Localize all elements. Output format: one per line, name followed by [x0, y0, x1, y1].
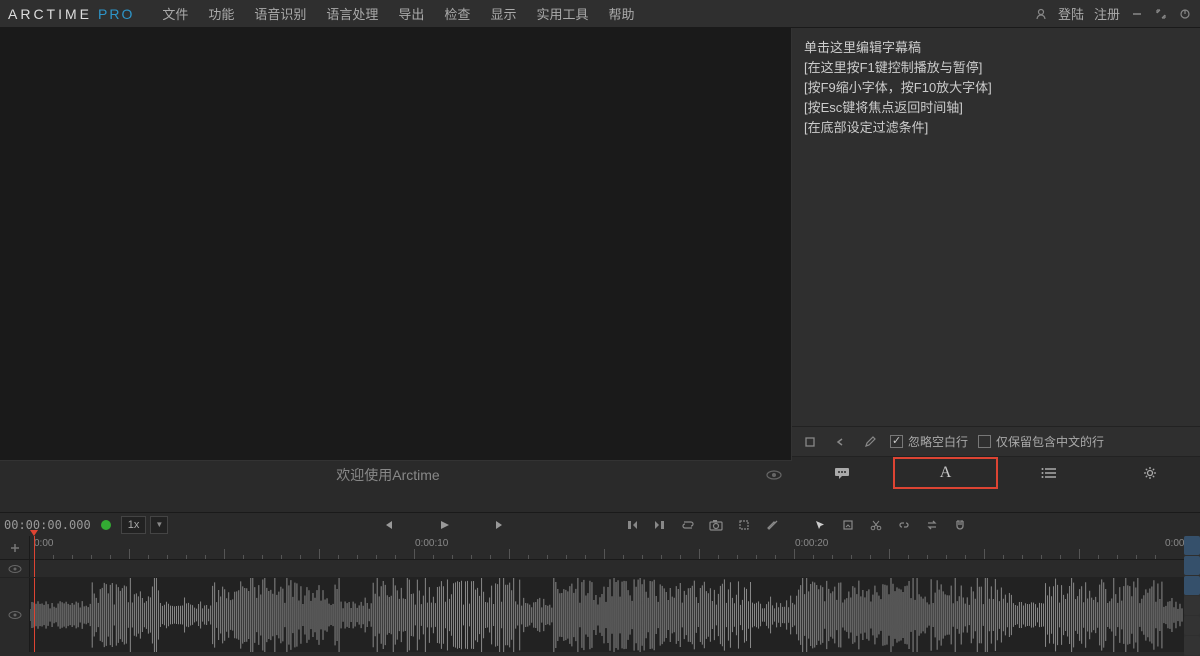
- prev-button[interactable]: [376, 514, 400, 536]
- menu-speech[interactable]: 语音识别: [244, 0, 316, 27]
- playhead-line: [34, 536, 35, 577]
- undo-icon[interactable]: [830, 432, 850, 452]
- video-preview[interactable]: [0, 28, 792, 488]
- menubar: ARCTIME PRO 文件 功能 语音识别 语言处理 导出 检查 显示 实用工…: [0, 0, 1200, 28]
- subtitle-line: [在这里按F1键控制播放与暂停]: [804, 58, 1188, 78]
- cut-tool-icon[interactable]: [864, 514, 888, 536]
- menu-display[interactable]: 显示: [480, 0, 526, 27]
- sidebar-btn-4: [1184, 596, 1200, 615]
- playback-toolbar: 00:00:00.000 1x ▼: [0, 512, 1200, 536]
- keep-chinese-checkbox[interactable]: 仅保留包含中文的行: [978, 433, 1104, 450]
- ruler-track[interactable]: 0:000:00:100:00:200:00:: [30, 536, 1184, 559]
- magnet-tool-icon[interactable]: [948, 514, 972, 536]
- main-area: 单击这里编辑字幕稿 [在这里按F1键控制播放与暂停] [按F9缩小字体，按F10…: [0, 28, 1200, 488]
- subtitle-track: [0, 560, 1184, 578]
- tab-text[interactable]: A: [893, 457, 998, 489]
- timeline-sidebar: [1184, 536, 1200, 656]
- visibility-icon[interactable]: [766, 469, 782, 481]
- ignore-blank-checkbox[interactable]: 忽略空白行: [890, 433, 968, 450]
- logo-brand: ARCTIME: [8, 6, 92, 22]
- tab-comment[interactable]: [792, 457, 893, 489]
- sidebar-btn-6[interactable]: [1184, 636, 1200, 655]
- mark-in-icon[interactable]: [620, 514, 644, 536]
- subtitle-line: [在底部设定过滤条件]: [804, 118, 1188, 138]
- track-visibility-icon[interactable]: [0, 560, 30, 577]
- video-footer: 欢迎使用Arctime: [0, 460, 792, 488]
- menu-help[interactable]: 帮助: [598, 0, 644, 27]
- sidebar-btn-2[interactable]: [1184, 556, 1200, 575]
- video-title: 欢迎使用Arctime: [10, 465, 766, 485]
- mark-out-icon[interactable]: [648, 514, 672, 536]
- sidebar-btn-3[interactable]: [1184, 576, 1200, 595]
- subtitle-line: [按F9缩小字体，按F10放大字体]: [804, 78, 1188, 98]
- timeline-ruler[interactable]: 0:000:00:100:00:200:00:: [0, 536, 1184, 560]
- user-icon: [1034, 7, 1048, 21]
- speed-selector[interactable]: 1x: [121, 516, 147, 534]
- crop-icon[interactable]: [732, 514, 756, 536]
- subtitle-line: [按Esc键将焦点返回时间轴]: [804, 98, 1188, 118]
- side-tabs: A: [792, 456, 1200, 488]
- subtitle-track-body[interactable]: [30, 560, 1184, 577]
- stop-icon[interactable]: [800, 432, 820, 452]
- checkbox-icon: [978, 435, 991, 448]
- swap-tool-icon[interactable]: [920, 514, 944, 536]
- menu-function[interactable]: 功能: [198, 0, 244, 27]
- menu-check[interactable]: 检查: [434, 0, 480, 27]
- menu-file[interactable]: 文件: [152, 0, 198, 27]
- keep-chinese-label: 仅保留包含中文的行: [996, 433, 1104, 450]
- speed-dropdown-icon[interactable]: ▼: [150, 516, 168, 534]
- login-link[interactable]: 登陆: [1058, 4, 1084, 23]
- sidebar-btn-5[interactable]: [1184, 616, 1200, 635]
- menu-export[interactable]: 导出: [388, 0, 434, 27]
- audio-track: [0, 578, 1184, 652]
- ignore-blank-label: 忽略空白行: [908, 433, 968, 450]
- subtitle-panel: 单击这里编辑字幕稿 [在这里按F1键控制播放与暂停] [按F9缩小字体，按F10…: [792, 28, 1200, 488]
- marker-icon[interactable]: [760, 514, 784, 536]
- subtitle-line: 单击这里编辑字幕稿: [804, 38, 1188, 58]
- checkbox-icon: [890, 435, 903, 448]
- filter-row: 忽略空白行 仅保留包含中文的行: [792, 426, 1200, 456]
- timeline: 0:000:00:100:00:200:00:: [0, 536, 1184, 652]
- link-tool-icon[interactable]: [892, 514, 916, 536]
- logo-suffix: PRO: [98, 6, 134, 22]
- record-indicator: [101, 520, 111, 530]
- select-tool-icon[interactable]: [836, 514, 860, 536]
- register-link[interactable]: 注册: [1094, 4, 1120, 23]
- waveform[interactable]: [30, 578, 1184, 652]
- add-track-button[interactable]: [0, 536, 30, 559]
- expand-icon[interactable]: [1154, 7, 1168, 21]
- menu-language[interactable]: 语言处理: [316, 0, 388, 27]
- menu-tools[interactable]: 实用工具: [526, 0, 598, 27]
- pointer-tool-icon[interactable]: [808, 514, 832, 536]
- edit-icon[interactable]: [860, 432, 880, 452]
- timecode-display: 00:00:00.000: [4, 518, 91, 532]
- menubar-right: 登陆 注册: [1034, 4, 1192, 23]
- next-button[interactable]: [488, 514, 512, 536]
- sidebar-btn-1[interactable]: [1184, 536, 1200, 555]
- playhead-line: [34, 578, 35, 652]
- camera-icon[interactable]: [704, 514, 728, 536]
- app-logo: ARCTIME PRO: [8, 6, 134, 22]
- loop-icon[interactable]: [676, 514, 700, 536]
- menu-items: 文件 功能 语音识别 语言处理 导出 检查 显示 实用工具 帮助: [152, 0, 644, 27]
- tab-list[interactable]: [998, 457, 1099, 489]
- subtitle-editor[interactable]: 单击这里编辑字幕稿 [在这里按F1键控制播放与暂停] [按F9缩小字体，按F10…: [792, 28, 1200, 426]
- play-button[interactable]: [432, 514, 456, 536]
- tab-settings[interactable]: [1099, 457, 1200, 489]
- audio-visibility-icon[interactable]: [0, 578, 30, 652]
- power-icon[interactable]: [1178, 7, 1192, 21]
- minimize-icon[interactable]: [1130, 7, 1144, 21]
